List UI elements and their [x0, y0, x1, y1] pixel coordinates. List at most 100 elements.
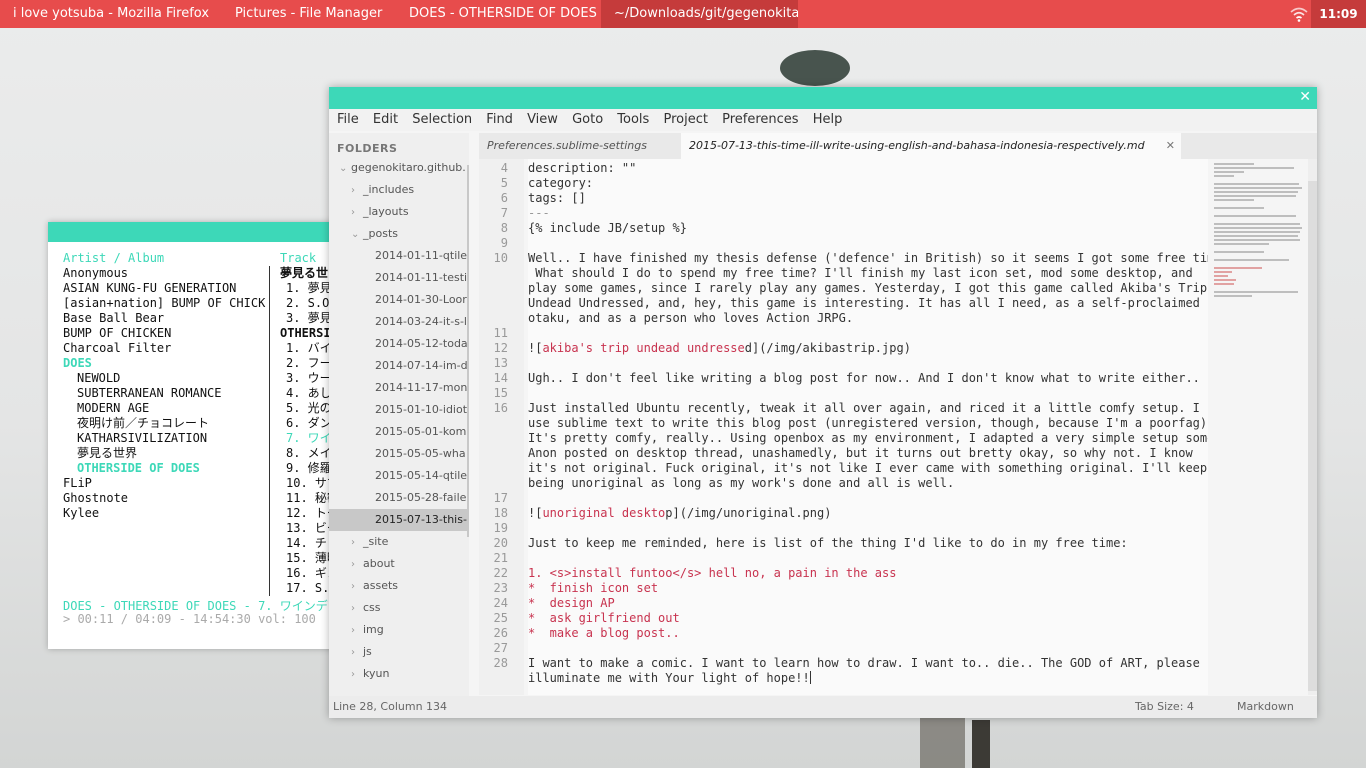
artist-item[interactable]: FLiP — [63, 476, 265, 491]
menu-bar: File Edit Selection Find View Goto Tools… — [329, 109, 1317, 131]
sidebar-folder[interactable]: › _layouts — [329, 201, 469, 223]
menu-find[interactable]: Find — [486, 112, 513, 127]
artist-item[interactable]: Kylee — [63, 506, 265, 521]
taskbar-item-music-player[interactable]: DOES - OTHERSIDE OF DOES -... — [396, 0, 599, 28]
sidebar-folder[interactable]: › img — [329, 619, 469, 641]
music-player-window[interactable]: Artist / Album Track Anonymous ASIAN KUN… — [48, 222, 338, 649]
code-line: being unoriginal as long as my work's do… — [528, 476, 955, 490]
menu-edit[interactable]: Edit — [373, 112, 398, 127]
album-item[interactable]: 夜明け前／チョコレート — [63, 416, 265, 431]
sidebar-folder[interactable]: › kyun — [329, 663, 469, 685]
taskbar-item-file-manager[interactable]: Pictures - File Manager — [222, 0, 394, 28]
editor-titlebar[interactable]: ✕ — [329, 87, 1317, 109]
taskbar-item-sublime-text[interactable]: ~/Downloads/git/gegenokitar... — [601, 0, 798, 28]
artist-column-header: Artist / Album — [63, 251, 165, 265]
sidebar-folder[interactable]: › css — [329, 597, 469, 619]
sidebar-folder[interactable]: › _site — [329, 531, 469, 553]
line-number: 17 — [493, 491, 508, 505]
taskbar-item-firefox[interactable]: i love yotsuba - Mozilla Firefox — [0, 0, 220, 28]
chevron-right-icon: › — [351, 669, 355, 680]
artist-item[interactable]: Ghostnote — [63, 491, 265, 506]
sidebar-file[interactable]: 2014-01-30-Loor — [329, 289, 469, 311]
chevron-down-icon: ⌄ — [351, 229, 360, 240]
code-line-current: illuminate me with Your light of hope!! — [528, 671, 811, 685]
sidebar-folder[interactable]: › about — [329, 553, 469, 575]
sidebar-file[interactable]: 2014-03-24-it-s-l — [329, 311, 469, 333]
menu-tools[interactable]: Tools — [617, 112, 649, 127]
code-line: use sublime text to write this blog post… — [528, 416, 1208, 430]
tab-bar: Preferences.sublime-settings 2015-07-13-… — [479, 133, 1317, 159]
sidebar-folder[interactable]: ⌄ _posts — [329, 223, 469, 245]
line-number: 15 — [493, 386, 508, 400]
line-number: 23 — [493, 581, 508, 595]
sidebar-file[interactable]: 2014-01-11-qtile — [329, 245, 469, 267]
album-item-current[interactable]: OTHERSIDE OF DOES — [63, 461, 265, 476]
menu-file[interactable]: File — [337, 112, 359, 127]
clock[interactable]: 11:09 — [1311, 0, 1366, 28]
chevron-right-icon: › — [351, 185, 355, 196]
chevron-down-icon: ⌄ — [339, 163, 348, 174]
code-line: * ask girlfriend out — [528, 611, 680, 625]
artist-item[interactable]: Base Ball Bear — [63, 311, 265, 326]
menu-selection[interactable]: Selection — [412, 112, 472, 127]
sidebar-folder[interactable]: › _includes — [329, 179, 469, 201]
sidebar-file[interactable]: 2014-01-11-testi — [329, 267, 469, 289]
sidebar-file[interactable]: 2014-11-17-mon — [329, 377, 469, 399]
sidebar-file[interactable]: 2015-05-01-kom — [329, 421, 469, 443]
artist-item[interactable]: Charcoal Filter — [63, 341, 265, 356]
album-item[interactable]: KATHARSIVILIZATION — [63, 431, 265, 446]
tab-size-selector[interactable]: Tab Size: 4 — [1135, 696, 1194, 718]
sidebar-file[interactable]: 2015-05-14-qtile — [329, 465, 469, 487]
close-icon[interactable]: ✕ — [1299, 89, 1311, 105]
menu-help[interactable]: Help — [813, 112, 843, 127]
tab-preferences[interactable]: Preferences.sublime-settings — [479, 133, 679, 159]
album-item[interactable]: NEWOLD — [63, 371, 265, 386]
scrollbar-thumb[interactable] — [1308, 181, 1317, 691]
code-line: Well.. I have finished my thesis defense… — [528, 251, 1208, 265]
line-number: 8 — [500, 221, 508, 235]
sidebar-file[interactable]: 2015-01-10-idiot — [329, 399, 469, 421]
sidebar-folder[interactable]: › assets — [329, 575, 469, 597]
chevron-right-icon: › — [351, 559, 355, 570]
chevron-right-icon: › — [351, 603, 355, 614]
tab-label: 2015-07-13-this-time-ill-write-using-eng… — [689, 139, 1145, 152]
sublime-text-window[interactable]: ✕ File Edit Selection Find View Goto Too… — [329, 87, 1317, 718]
minimap[interactable] — [1208, 159, 1308, 349]
close-tab-icon[interactable]: ✕ — [1166, 133, 1175, 159]
artist-item[interactable]: ASIAN KUNG-FU GENERATION — [63, 281, 265, 296]
code-editor[interactable]: description: "" category: tags: [] --- {… — [528, 159, 1208, 695]
album-item[interactable]: MODERN AGE — [63, 401, 265, 416]
code-line: otaku, and as a person who loves Action … — [528, 311, 854, 325]
album-item[interactable]: 夢見る世界 — [63, 446, 265, 461]
album-item[interactable]: SUBTERRANEAN ROMANCE — [63, 386, 265, 401]
sidebar-file[interactable]: 2014-05-12-toda — [329, 333, 469, 355]
menu-preferences[interactable]: Preferences — [722, 112, 798, 127]
artist-item[interactable]: [asian+nation] BUMP OF CHICK — [63, 296, 265, 311]
sidebar-folder-root[interactable]: ⌄ gegenokitaro.github. — [329, 157, 469, 179]
syntax-selector[interactable]: Markdown — [1237, 696, 1294, 718]
sidebar-file[interactable]: 2014-07-14-im-d — [329, 355, 469, 377]
code-line: * make a blog post.. — [528, 626, 680, 640]
line-number-current: 28 — [493, 656, 508, 670]
music-player-titlebar[interactable] — [48, 222, 338, 242]
sidebar-file[interactable]: 2015-05-28-faile — [329, 487, 469, 509]
artist-item[interactable]: Anonymous — [63, 266, 265, 281]
menu-goto[interactable]: Goto — [572, 112, 603, 127]
line-number: 16 — [493, 401, 508, 415]
artist-item-selected[interactable]: DOES — [63, 356, 265, 371]
menu-view[interactable]: View — [527, 112, 558, 127]
sidebar-folder[interactable]: › js — [329, 641, 469, 663]
menu-project[interactable]: Project — [663, 112, 707, 127]
code-line: play some games, since I rarely play any… — [528, 281, 1208, 295]
line-number: 24 — [493, 596, 508, 610]
sidebar-file[interactable]: 2015-05-05-wha — [329, 443, 469, 465]
sidebar-file-selected[interactable]: 2015-07-13-this- — [329, 509, 469, 531]
tab-blog-post[interactable]: 2015-07-13-this-time-ill-write-using-eng… — [681, 133, 1181, 159]
artist-item[interactable]: BUMP OF CHICKEN — [63, 326, 265, 341]
line-number: 22 — [493, 566, 508, 580]
sidebar-scrollbar[interactable] — [467, 165, 469, 537]
line-number: 12 — [493, 341, 508, 355]
wifi-icon[interactable] — [1290, 6, 1308, 22]
editor-scrollbar[interactable] — [1308, 159, 1317, 695]
playback-status: > 00:11 / 04:09 - 14:54:30 vol: 100 — [63, 612, 316, 626]
